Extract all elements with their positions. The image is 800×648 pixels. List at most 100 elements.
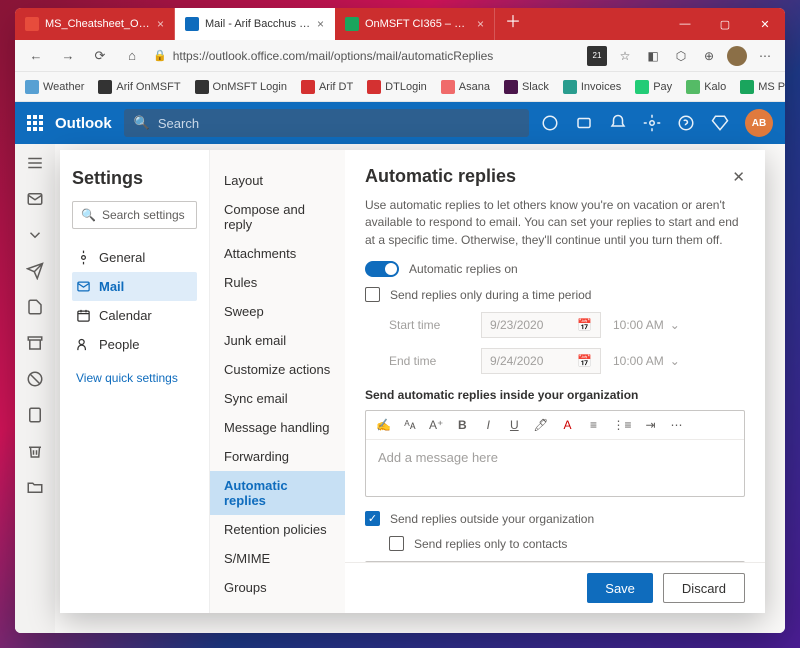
url-field[interactable]: 🔒 https://outlook.office.com/mail/option…	[153, 49, 577, 63]
end-date-input[interactable]: 9/24/2020📅	[481, 348, 601, 374]
mail-icon	[76, 279, 91, 294]
back-button[interactable]: ←	[25, 45, 47, 67]
tab-favicon	[185, 17, 199, 31]
diamond-icon[interactable]	[711, 114, 729, 132]
skype-icon[interactable]	[541, 114, 559, 132]
subnav-autoreplies[interactable]: Automatic replies	[210, 471, 345, 515]
delete-icon[interactable]	[26, 442, 44, 460]
subnav-rules[interactable]: Rules	[210, 268, 345, 297]
notifications-icon[interactable]	[609, 114, 627, 132]
end-time-select[interactable]: 10:00 AM⌄	[613, 354, 703, 368]
autoreplies-toggle[interactable]	[365, 261, 399, 277]
bold-button[interactable]: B	[455, 418, 469, 432]
subnav-smime[interactable]: S/MIME	[210, 544, 345, 573]
draft-icon[interactable]	[26, 298, 44, 316]
font-family-button[interactable]: ᴬᴀ	[403, 418, 417, 432]
minimize-button[interactable]: —	[665, 8, 705, 40]
subnav-junk[interactable]: Junk email	[210, 326, 345, 355]
close-icon[interactable]: ×	[157, 17, 164, 31]
close-icon[interactable]: ×	[477, 17, 484, 31]
archive-icon[interactable]	[26, 334, 44, 352]
time-period-checkbox[interactable]	[365, 287, 380, 302]
blocked-icon[interactable]	[26, 370, 44, 388]
app-launcher-icon[interactable]	[27, 115, 43, 131]
editor-textarea[interactable]: Add a message here	[366, 440, 744, 496]
new-tab-button[interactable]: ＋	[495, 8, 531, 40]
settings-search-input[interactable]: 🔍 Search settings	[72, 201, 197, 229]
subnav-forwarding[interactable]: Forwarding	[210, 442, 345, 471]
browser-tab-1[interactable]: MS_Cheatsheet_OutlookMailOn... ×	[15, 8, 175, 40]
favorite-link[interactable]: MS Planner	[740, 80, 785, 94]
view-quick-settings-link[interactable]: View quick settings	[72, 371, 197, 385]
close-button[interactable]: ✕	[745, 8, 785, 40]
subnav-handling[interactable]: Message handling	[210, 413, 345, 442]
discard-button[interactable]: Discard	[663, 573, 745, 603]
menu-button[interactable]: ⋯	[755, 46, 775, 66]
send-icon[interactable]	[26, 262, 44, 280]
start-date-input[interactable]: 9/23/2020📅	[481, 312, 601, 338]
profile-avatar[interactable]	[727, 46, 747, 66]
mail-icon[interactable]	[26, 190, 44, 208]
close-icon[interactable]: ✕	[732, 168, 745, 186]
indent-button[interactable]: ⇥	[644, 418, 658, 432]
number-list-button[interactable]: ⋮≡	[613, 418, 632, 432]
subnav-layout[interactable]: Layout	[210, 166, 345, 195]
content-header: Automatic replies ✕	[345, 150, 765, 197]
favorite-link[interactable]: Slack	[504, 80, 549, 94]
tab-label: Mail - Arif Bacchus - Outlook	[205, 18, 311, 30]
user-avatar[interactable]: AB	[745, 109, 773, 137]
italic-button[interactable]: I	[481, 418, 495, 432]
favorite-link[interactable]: Weather	[25, 80, 84, 94]
start-time-select[interactable]: 10:00 AM⌄	[613, 318, 703, 332]
nav-people[interactable]: People	[72, 330, 197, 359]
note-icon[interactable]	[26, 406, 44, 424]
chevron-down-icon[interactable]	[26, 226, 44, 244]
forward-button[interactable]: →	[57, 45, 79, 67]
subnav-customize[interactable]: Customize actions	[210, 355, 345, 384]
nav-calendar[interactable]: Calendar	[72, 301, 197, 330]
help-icon[interactable]	[677, 114, 695, 132]
favorite-link[interactable]: DTLogin	[367, 80, 427, 94]
favorite-link[interactable]: Arif DT	[301, 80, 353, 94]
refresh-button[interactable]: ⟳	[89, 45, 111, 67]
subnav-groups[interactable]: Groups	[210, 573, 345, 602]
save-button[interactable]: Save	[587, 573, 653, 603]
close-icon[interactable]: ×	[317, 17, 324, 31]
subnav-retention[interactable]: Retention policies	[210, 515, 345, 544]
favorite-link[interactable]: Invoices	[563, 80, 621, 94]
collections-icon[interactable]: ⊕	[699, 46, 719, 66]
folder-icon[interactable]	[26, 478, 44, 496]
extension-icon[interactable]: 21	[587, 46, 607, 66]
browser-tab-2[interactable]: Mail - Arif Bacchus - Outlook ×	[175, 8, 335, 40]
suite-search[interactable]: 🔍 Search	[124, 109, 529, 137]
subnav-attachments[interactable]: Attachments	[210, 239, 345, 268]
more-button[interactable]: ⋯	[670, 418, 684, 432]
menu-icon[interactable]	[26, 154, 44, 172]
subnav-sweep[interactable]: Sweep	[210, 297, 345, 326]
extension-icon[interactable]: ⬡	[671, 46, 691, 66]
outside-org-checkbox[interactable]: ✓	[365, 511, 380, 526]
home-button[interactable]: ⌂	[121, 45, 143, 67]
favorite-link[interactable]: Asana	[441, 80, 490, 94]
settings-icon[interactable]	[643, 114, 661, 132]
teams-icon[interactable]	[575, 114, 593, 132]
subnav-compose[interactable]: Compose and reply	[210, 195, 345, 239]
nav-general[interactable]: General	[72, 243, 197, 272]
browser-tab-3[interactable]: OnMSFT CI365 – Planner ×	[335, 8, 495, 40]
subnav-sync[interactable]: Sync email	[210, 384, 345, 413]
maximize-button[interactable]: ▢	[705, 8, 745, 40]
favorite-link[interactable]: Arif OnMSFT	[98, 80, 180, 94]
paint-icon[interactable]: ✍	[376, 418, 391, 432]
highlight-button[interactable]: 🖊	[533, 418, 548, 432]
favorite-link[interactable]: OnMSFT Login	[195, 80, 287, 94]
extension-icon[interactable]: ◧	[643, 46, 663, 66]
underline-button[interactable]: U	[507, 418, 521, 432]
favorite-link[interactable]: Pay	[635, 80, 672, 94]
favorite-link[interactable]: Kalo	[686, 80, 726, 94]
font-size-button[interactable]: A⁺	[429, 418, 443, 432]
contacts-only-checkbox[interactable]	[389, 536, 404, 551]
bullet-list-button[interactable]: ≡	[587, 418, 601, 432]
font-color-button[interactable]: A	[561, 418, 575, 432]
favorite-icon[interactable]: ☆	[615, 46, 635, 66]
nav-mail[interactable]: Mail	[72, 272, 197, 301]
